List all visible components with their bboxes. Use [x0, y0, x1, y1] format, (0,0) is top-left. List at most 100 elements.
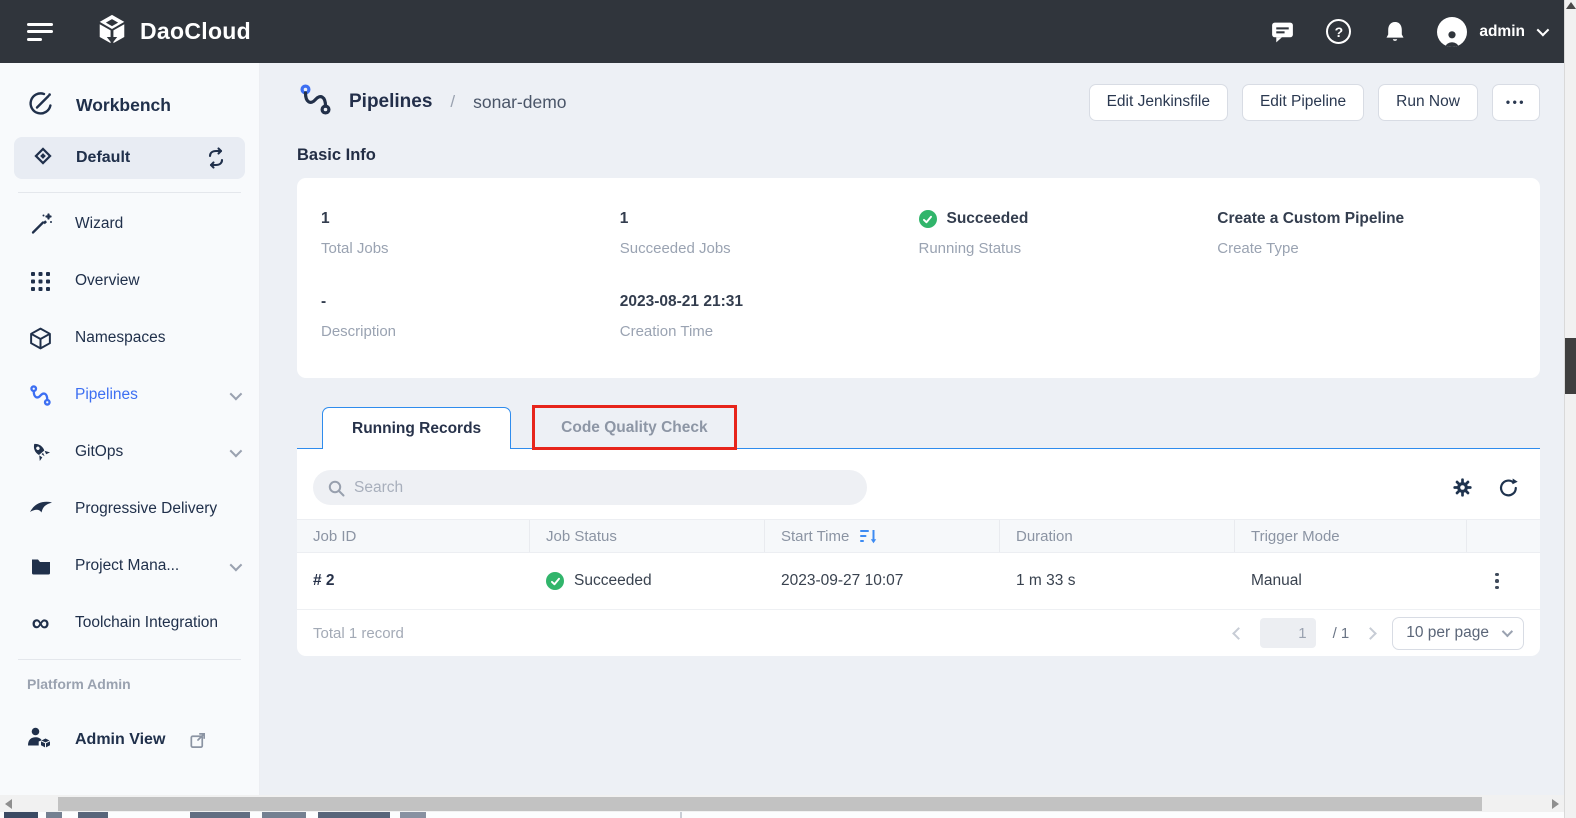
sidebar-item-progressive-delivery[interactable]: Progressive Delivery [0, 488, 259, 530]
sidebar-item-workbench[interactable]: Workbench [27, 85, 259, 125]
workspace-label: Default [76, 149, 130, 167]
notifications-bell-icon[interactable] [1381, 18, 1408, 45]
switch-workspace-icon[interactable] [204, 146, 228, 170]
clipped-text-fragment [262, 812, 306, 818]
sidebar-item-project-management[interactable]: Project Mana... [0, 545, 259, 587]
column-settings-gear-icon[interactable] [1451, 476, 1474, 499]
sidebar-divider [18, 192, 241, 193]
status-badge: Succeeded [574, 572, 652, 590]
menu-toggle-icon[interactable] [27, 18, 53, 45]
breadcrumb-separator: / [450, 92, 455, 112]
user-menu[interactable]: admin [1437, 17, 1546, 47]
user-name: admin [1479, 23, 1525, 41]
chevron-down-icon [1502, 626, 1513, 637]
stat-value: 2023-08-21 21:31 [620, 293, 919, 311]
sidebar-item-label: Toolchain Integration [75, 614, 218, 632]
workspace-icon [31, 144, 55, 173]
overview-grid-icon [27, 270, 54, 293]
tab-code-quality-check[interactable]: Code Quality Check [532, 405, 736, 450]
daocloud-logo-icon [95, 12, 129, 51]
tabs-bar: Running Records Code Quality Check [297, 405, 1540, 449]
help-icon[interactable]: ? [1325, 18, 1352, 45]
sidebar-item-overview[interactable]: Overview [0, 260, 259, 302]
sidebar-item-wizard[interactable]: Wizard [0, 203, 259, 245]
app-window: DaoCloud ? [0, 0, 1576, 818]
sidebar-item-label: Wizard [75, 215, 123, 233]
chevron-down-icon [230, 558, 243, 571]
admin-user-icon [25, 724, 54, 756]
basic-info-card: 1 Total Jobs 1 Succeeded Jobs Succeeded … [297, 178, 1540, 378]
sidebar-item-label: Namespaces [75, 329, 165, 347]
status-badge: Succeeded [947, 210, 1029, 228]
horizontal-scrollbar-thumb[interactable] [58, 797, 1482, 811]
scroll-up-arrow-icon[interactable] [1566, 2, 1576, 9]
next-page-icon[interactable] [1366, 629, 1375, 638]
run-now-button[interactable]: Run Now [1378, 84, 1478, 121]
sidebar-item-label: Overview [75, 272, 140, 290]
stat-label: Create Type [1217, 240, 1516, 257]
page-number-input[interactable] [1260, 618, 1316, 648]
search-box[interactable] [313, 470, 867, 505]
refresh-icon[interactable] [1497, 476, 1520, 499]
trigger-mode-cell: Manual [1235, 572, 1467, 590]
breadcrumb-current: sonar-demo [473, 92, 566, 113]
stat-value: 1 [620, 210, 919, 228]
search-icon [326, 478, 346, 498]
table-header: Job ID Job Status Start Time [297, 519, 1540, 553]
brand[interactable]: DaoCloud [95, 12, 251, 51]
pipelines-breadcrumb-icon [297, 81, 334, 123]
stat-creation-time: 2023-08-21 21:31 Creation Time [620, 293, 919, 340]
scroll-left-arrow-icon[interactable] [0, 795, 17, 812]
wizard-icon [27, 211, 54, 237]
main-content: Pipelines / sonar-demo Edit Jenkinsfile … [260, 63, 1564, 795]
stat-value: - [321, 293, 620, 311]
prev-page-icon[interactable] [1234, 629, 1243, 638]
bird-icon [27, 496, 54, 522]
scroll-right-arrow-icon[interactable] [1547, 795, 1564, 812]
sidebar-item-admin-view[interactable]: Admin View [0, 724, 259, 756]
more-actions-button[interactable]: ••• [1492, 84, 1540, 121]
edit-pipeline-button[interactable]: Edit Pipeline [1242, 84, 1364, 121]
topbar-actions: ? admin [1269, 17, 1546, 47]
clipped-text-fragment [318, 812, 390, 818]
stat-label: Creation Time [620, 323, 919, 340]
stat-label: Total Jobs [321, 240, 620, 257]
tab-running-records[interactable]: Running Records [322, 407, 511, 449]
total-records-text: Total 1 record [313, 625, 404, 642]
chevron-down-icon [1537, 24, 1550, 37]
breadcrumb-root[interactable]: Pipelines [349, 91, 432, 113]
column-header-start-time[interactable]: Start Time [765, 520, 1000, 552]
stat-label: Running Status [919, 240, 1218, 257]
sidebar-item-toolchain-integration[interactable]: ∞ Toolchain Integration [0, 602, 259, 644]
external-link-icon [188, 731, 207, 750]
horizontal-scrollbar[interactable] [0, 795, 1564, 812]
edit-jenkinsfile-button[interactable]: Edit Jenkinsfile [1089, 84, 1228, 121]
search-input[interactable] [354, 479, 854, 497]
row-actions-kebab-icon[interactable] [1467, 573, 1507, 590]
vertical-scrollbar[interactable] [1564, 0, 1576, 818]
table-row[interactable]: # 2 Succeeded 2023-09-27 10:07 1 m 33 s … [297, 553, 1540, 610]
vertical-scrollbar-thumb[interactable] [1565, 338, 1576, 394]
workspace-selector-default[interactable]: Default [14, 137, 245, 179]
sort-descending-icon[interactable] [859, 527, 878, 546]
page-size-select[interactable]: 10 per page [1392, 617, 1524, 650]
chevron-down-icon [230, 387, 243, 400]
avatar [1437, 17, 1467, 47]
clipped-content-strip [0, 812, 1564, 818]
sidebar-item-pipelines[interactable]: Pipelines [0, 374, 259, 416]
column-header-trigger-mode[interactable]: Trigger Mode [1235, 520, 1467, 552]
clipped-text-fragment [46, 812, 62, 818]
column-header-job-status[interactable]: Job Status [530, 520, 765, 552]
clipped-divider-fragment [680, 812, 682, 818]
column-header-job-id[interactable]: Job ID [297, 520, 530, 552]
sidebar-item-gitops[interactable]: GitOps [0, 431, 259, 473]
job-id-cell[interactable]: # 2 [297, 572, 530, 590]
job-status-cell: Succeeded [530, 572, 765, 590]
feedback-chat-icon[interactable] [1269, 18, 1296, 45]
clipped-text-fragment [190, 812, 250, 818]
sidebar-item-namespaces[interactable]: Namespaces [0, 317, 259, 359]
sidebar-workbench-label: Workbench [76, 95, 171, 116]
column-header-duration[interactable]: Duration [1000, 520, 1235, 552]
stat-value: 1 [321, 210, 620, 228]
clipped-text-fragment [78, 812, 108, 818]
